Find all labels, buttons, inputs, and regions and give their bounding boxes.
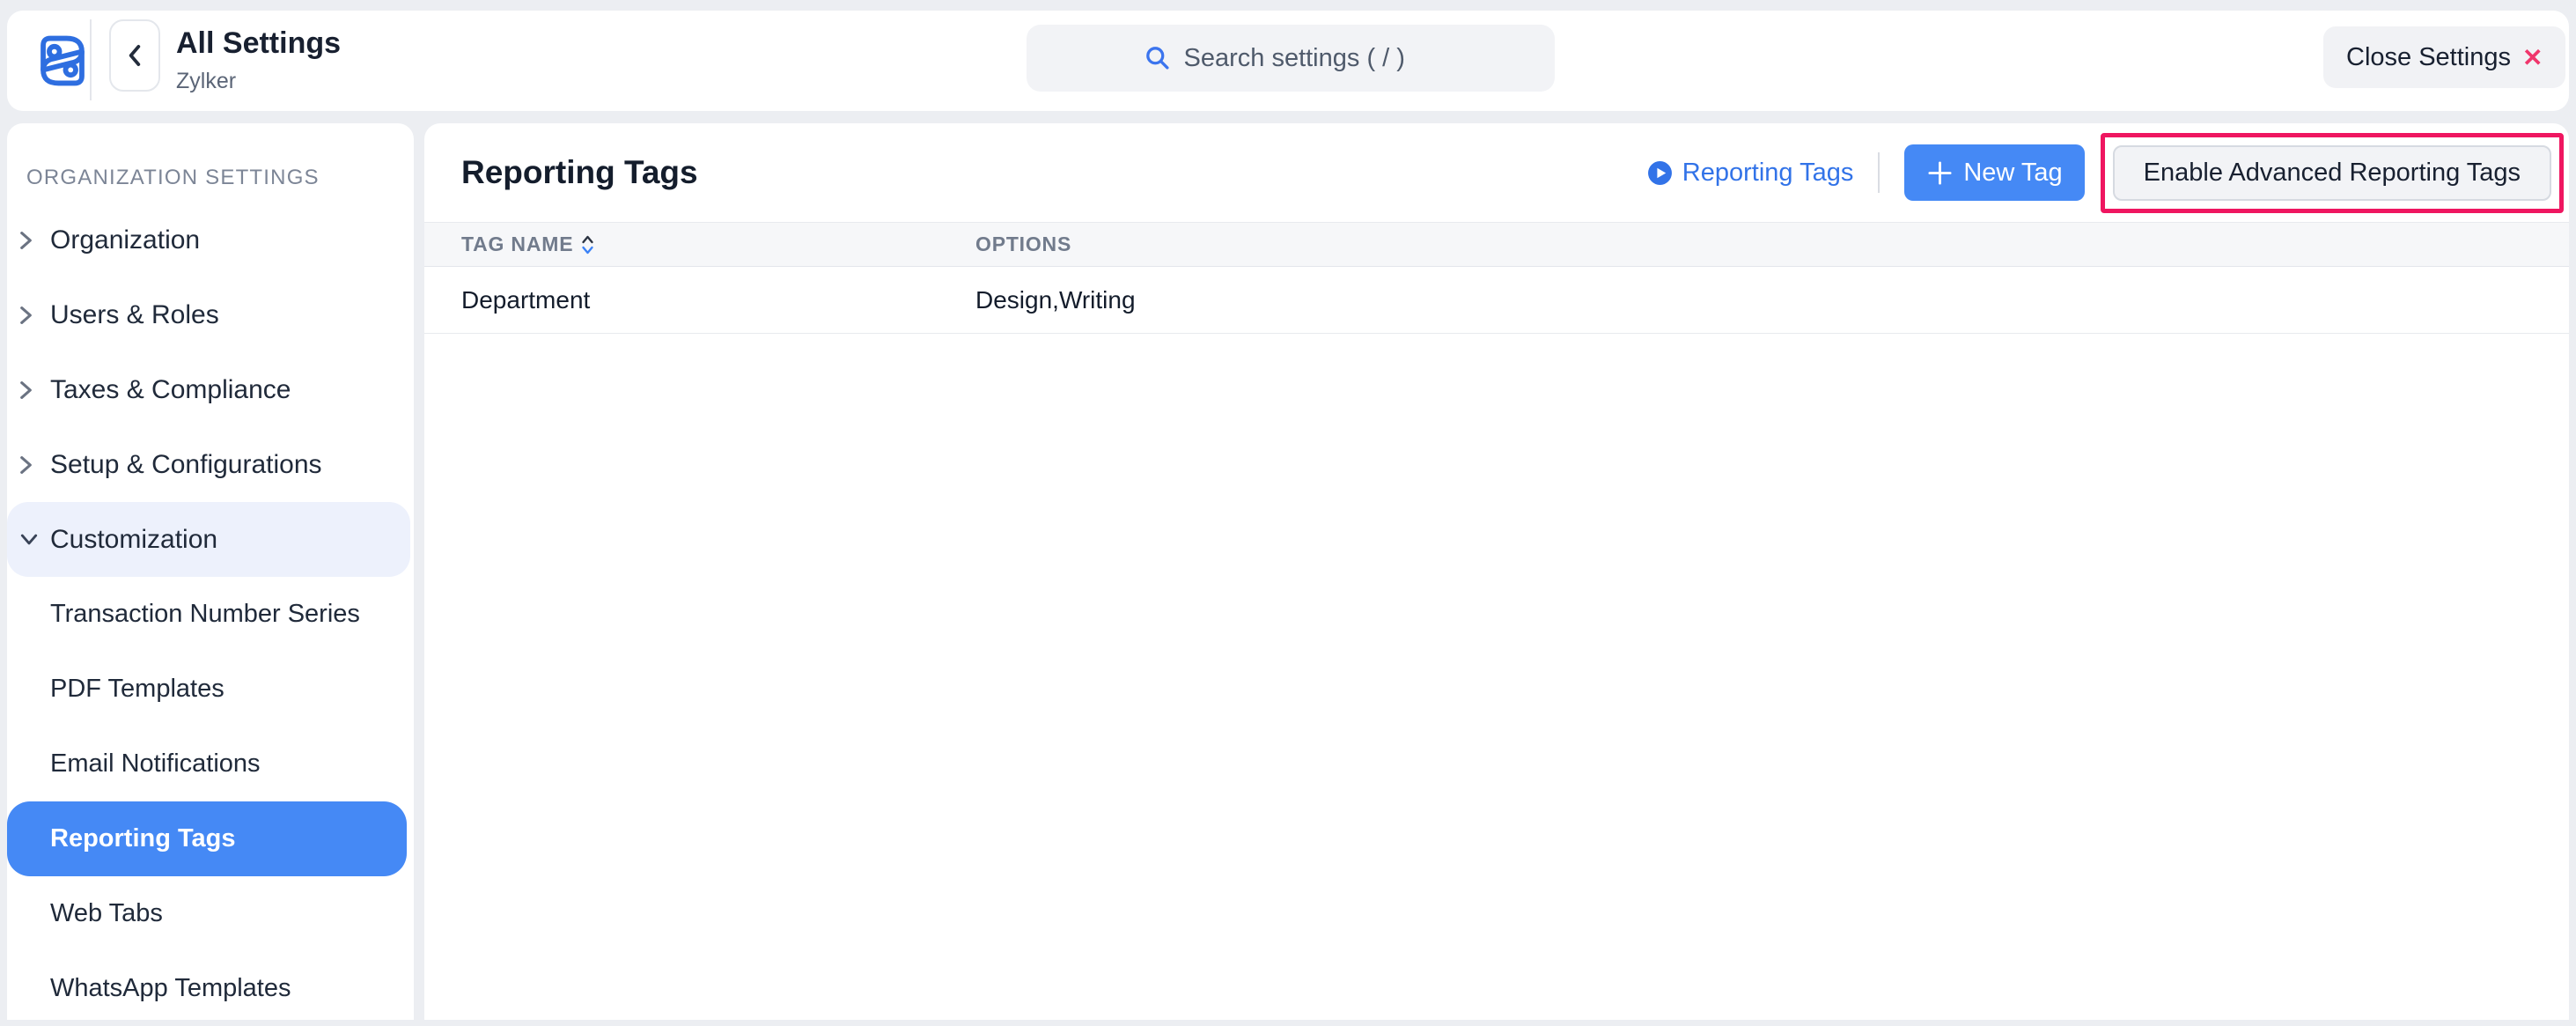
sidebar-item-label: Taxes & Compliance	[50, 375, 291, 405]
chevron-down-icon	[19, 529, 39, 550]
chevron-left-icon	[126, 44, 144, 67]
highlight-annotation-box: Enable Advanced Reporting Tags	[2101, 133, 2564, 213]
new-tag-button[interactable]: New Tag	[1904, 144, 2084, 201]
table-header-row: TAG NAME OPTIONS	[424, 222, 2569, 267]
enable-advanced-reporting-tags-button[interactable]: Enable Advanced Reporting Tags	[2113, 145, 2551, 201]
column-header-label: TAG NAME	[461, 233, 573, 256]
sidebar-item-pdf-templates[interactable]: PDF Templates	[7, 652, 414, 727]
table-row[interactable]: Department Design,Writing	[424, 267, 2569, 334]
header-separator	[1878, 152, 1880, 193]
chevron-right-icon	[19, 230, 39, 251]
plus-icon	[1926, 159, 1954, 187]
sidebar-section-title: ORGANIZATION SETTINGS	[26, 166, 320, 190]
search-input[interactable]	[1182, 43, 1438, 74]
column-header-label: OPTIONS	[975, 233, 1071, 256]
sidebar-item-label: Reporting Tags	[50, 824, 236, 853]
main-panel: Reporting Tags Reporting Tags New Tag En…	[424, 123, 2569, 1020]
sidebar-item-label: Web Tabs	[50, 899, 163, 928]
settings-sidebar: ORGANIZATION SETTINGS Organization Users…	[7, 123, 414, 1020]
tag-name-cell[interactable]: Department	[424, 286, 975, 314]
sidebar-item-web-tabs[interactable]: Web Tabs	[7, 876, 414, 951]
options-cell: Design,Writing	[975, 286, 2569, 314]
sidebar-item-taxes-compliance[interactable]: Taxes & Compliance	[7, 352, 414, 427]
close-settings-label: Close Settings	[2346, 43, 2511, 72]
search-icon	[1144, 45, 1171, 71]
sidebar-items: Organization Users & Roles Taxes & Compl…	[7, 203, 414, 1026]
close-settings-button[interactable]: Close Settings ✕	[2323, 26, 2565, 88]
sidebar-item-organization[interactable]: Organization	[7, 203, 414, 277]
sidebar-item-label: WhatsApp Templates	[50, 974, 291, 1003]
sidebar-item-label: Customization	[50, 525, 217, 555]
close-icon: ✕	[2522, 43, 2543, 72]
chevron-right-icon	[19, 454, 39, 476]
sidebar-item-label: Email Notifications	[50, 749, 261, 779]
chevron-right-icon	[19, 305, 39, 326]
top-header: All Settings Zylker Close Settings ✕	[7, 11, 2569, 111]
video-link-label: Reporting Tags	[1682, 159, 1854, 188]
sidebar-item-whatsapp-templates[interactable]: WhatsApp Templates	[7, 951, 414, 1026]
sidebar-item-label: Transaction Number Series	[50, 600, 360, 629]
organization-name: Zylker	[176, 69, 341, 94]
sidebar-item-customization[interactable]: Customization	[7, 502, 410, 577]
sidebar-item-setup-configurations[interactable]: Setup & Configurations	[7, 427, 414, 502]
back-button[interactable]	[109, 19, 160, 92]
column-header-options: OPTIONS	[975, 233, 2569, 256]
books-logo-icon	[30, 28, 95, 93]
sidebar-item-label: Setup & Configurations	[50, 450, 322, 480]
sidebar-item-label: Organization	[50, 225, 200, 255]
main-panel-header: Reporting Tags Reporting Tags New Tag En…	[424, 123, 2569, 222]
search-bar[interactable]	[1027, 25, 1555, 92]
page-title: All Settings	[176, 27, 341, 60]
sort-icon[interactable]	[581, 234, 594, 255]
header-divider	[90, 19, 92, 100]
sidebar-item-label: Users & Roles	[50, 300, 219, 330]
main-title: Reporting Tags	[461, 154, 698, 191]
sidebar-item-users-roles[interactable]: Users & Roles	[7, 277, 414, 352]
sidebar-item-label: PDF Templates	[50, 675, 224, 704]
column-header-tag-name[interactable]: TAG NAME	[424, 233, 975, 256]
sidebar-item-reporting-tags[interactable]: Reporting Tags	[7, 801, 407, 876]
new-tag-label: New Tag	[1963, 159, 2062, 188]
sidebar-item-transaction-number-series[interactable]: Transaction Number Series	[7, 577, 414, 652]
chevron-right-icon	[19, 380, 39, 401]
header-titles: All Settings Zylker	[176, 19, 341, 102]
play-circle-icon	[1647, 160, 1673, 186]
sidebar-item-email-notifications[interactable]: Email Notifications	[7, 727, 414, 801]
reporting-tags-video-link[interactable]: Reporting Tags	[1647, 159, 1854, 188]
